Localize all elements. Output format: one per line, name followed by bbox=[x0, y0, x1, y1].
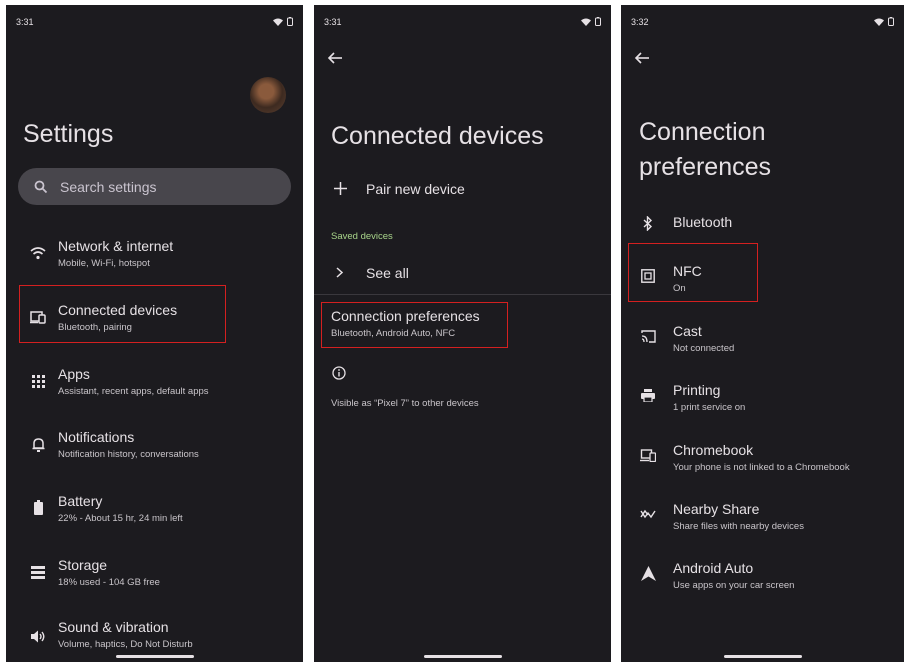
settings-item-apps[interactable]: Apps Assistant, recent apps, default app… bbox=[6, 360, 303, 400]
page-title: Settings bbox=[23, 120, 114, 148]
page-title-line2: preferences bbox=[639, 153, 772, 181]
settings-item-title: Notifications bbox=[58, 429, 135, 445]
status-bar: 3:31 bbox=[16, 17, 293, 31]
settings-item-subtitle: Notification history, conversations bbox=[58, 449, 199, 460]
gesture-navigation-bar[interactable] bbox=[423, 655, 502, 658]
settings-item-subtitle: 22% - About 15 hr, 24 min left bbox=[58, 513, 183, 524]
settings-item-title: Network & internet bbox=[58, 238, 174, 254]
connection-preferences-screen: 3:32 Connection preferences Bluetooth NF… bbox=[621, 5, 904, 662]
back-arrow-icon[interactable] bbox=[633, 49, 651, 67]
battery-status-icon bbox=[888, 17, 894, 26]
chromebook-icon bbox=[639, 446, 657, 464]
settings-item-title: Battery bbox=[58, 493, 103, 509]
divider bbox=[314, 294, 611, 295]
settings-item-battery[interactable]: Battery 22% - About 15 hr, 24 min left bbox=[6, 487, 303, 527]
bell-icon bbox=[29, 435, 47, 453]
visible-as-text: Visible as “Pixel 7” to other devices bbox=[331, 398, 479, 409]
cast-icon bbox=[639, 327, 657, 345]
gesture-navigation-bar[interactable] bbox=[115, 655, 194, 658]
see-all-item[interactable]: See all bbox=[314, 261, 611, 285]
highlight-box bbox=[321, 302, 508, 348]
see-all-label: See all bbox=[366, 265, 409, 281]
nearby-share-icon bbox=[639, 505, 657, 523]
highlight-box bbox=[19, 285, 226, 343]
page-title: Connected devices bbox=[331, 122, 544, 150]
search-placeholder: Search settings bbox=[60, 178, 157, 195]
plus-icon bbox=[334, 182, 347, 195]
highlight-box bbox=[628, 243, 758, 302]
wifi-status-icon bbox=[581, 18, 591, 26]
battery-icon bbox=[29, 498, 47, 516]
pref-item-title: Printing bbox=[673, 382, 721, 398]
battery-status-icon bbox=[595, 17, 601, 26]
status-bar: 3:32 bbox=[631, 17, 894, 31]
pref-item-printing[interactable]: Printing 1 print service on bbox=[621, 376, 904, 416]
pref-item-title: Nearby Share bbox=[673, 501, 760, 517]
pref-item-title: Android Auto bbox=[673, 560, 754, 576]
status-bar: 3:31 bbox=[324, 17, 601, 31]
settings-item-sound[interactable]: Sound & vibration Volume, haptics, Do No… bbox=[6, 615, 303, 655]
pref-item-cast[interactable]: Cast Not connected bbox=[621, 317, 904, 357]
settings-item-title: Sound & vibration bbox=[58, 619, 169, 635]
bluetooth-icon bbox=[639, 214, 657, 232]
settings-item-subtitle: Assistant, recent apps, default apps bbox=[58, 386, 209, 397]
apps-grid-icon bbox=[29, 372, 47, 390]
android-auto-icon bbox=[639, 564, 657, 582]
status-time: 3:31 bbox=[324, 17, 342, 27]
settings-item-subtitle: Volume, haptics, Do Not Disturb bbox=[58, 639, 193, 650]
wifi-status-icon bbox=[273, 18, 283, 26]
avatar[interactable] bbox=[250, 77, 286, 113]
settings-item-storage[interactable]: Storage 18% used - 104 GB free bbox=[6, 551, 303, 591]
status-time: 3:31 bbox=[16, 17, 34, 27]
settings-item-subtitle: Mobile, Wi-Fi, hotspot bbox=[58, 258, 150, 269]
storage-icon bbox=[29, 563, 47, 581]
settings-item-subtitle: 18% used - 104 GB free bbox=[58, 577, 160, 588]
pref-item-subtitle: Use apps on your car screen bbox=[673, 580, 795, 591]
battery-status-icon bbox=[287, 17, 293, 26]
wifi-icon bbox=[29, 244, 47, 262]
pair-new-device-item[interactable]: Pair new device bbox=[314, 177, 611, 201]
printer-icon bbox=[639, 386, 657, 404]
pref-item-bluetooth[interactable]: Bluetooth bbox=[621, 211, 904, 235]
status-time: 3:32 bbox=[631, 17, 649, 27]
volume-icon bbox=[29, 627, 47, 645]
back-arrow-icon[interactable] bbox=[326, 49, 344, 67]
pref-item-subtitle: Your phone is not linked to a Chromebook bbox=[673, 462, 850, 473]
settings-screen: 3:31 Settings Search settings Network & … bbox=[6, 5, 303, 662]
pref-item-title: Chromebook bbox=[673, 442, 754, 458]
pref-item-nearby-share[interactable]: Nearby Share Share files with nearby dev… bbox=[621, 495, 904, 535]
pref-item-chromebook[interactable]: Chromebook Your phone is not linked to a… bbox=[621, 436, 904, 476]
pref-item-title: Cast bbox=[673, 323, 702, 339]
settings-item-network[interactable]: Network & internet Mobile, Wi-Fi, hotspo… bbox=[6, 233, 303, 273]
settings-item-title: Storage bbox=[58, 557, 108, 573]
page-title-line1: Connection bbox=[639, 118, 766, 146]
gesture-navigation-bar[interactable] bbox=[723, 655, 802, 658]
connected-devices-screen: 3:31 Connected devices Pair new device S… bbox=[314, 5, 611, 662]
settings-item-notifications[interactable]: Notifications Notification history, conv… bbox=[6, 423, 303, 463]
saved-devices-header: Saved devices bbox=[331, 231, 393, 242]
chevron-right-icon bbox=[336, 267, 343, 278]
pref-item-android-auto[interactable]: Android Auto Use apps on your car screen bbox=[621, 554, 904, 594]
info-icon bbox=[332, 366, 346, 380]
pref-item-subtitle: Not connected bbox=[673, 343, 735, 354]
pair-new-device-label: Pair new device bbox=[366, 181, 465, 197]
search-bar[interactable]: Search settings bbox=[18, 168, 291, 205]
settings-item-title: Apps bbox=[58, 366, 90, 382]
pref-item-title: Bluetooth bbox=[673, 214, 733, 230]
pref-item-subtitle: Share files with nearby devices bbox=[673, 521, 804, 532]
wifi-status-icon bbox=[874, 18, 884, 26]
search-icon bbox=[34, 180, 48, 193]
pref-item-subtitle: 1 print service on bbox=[673, 402, 746, 413]
